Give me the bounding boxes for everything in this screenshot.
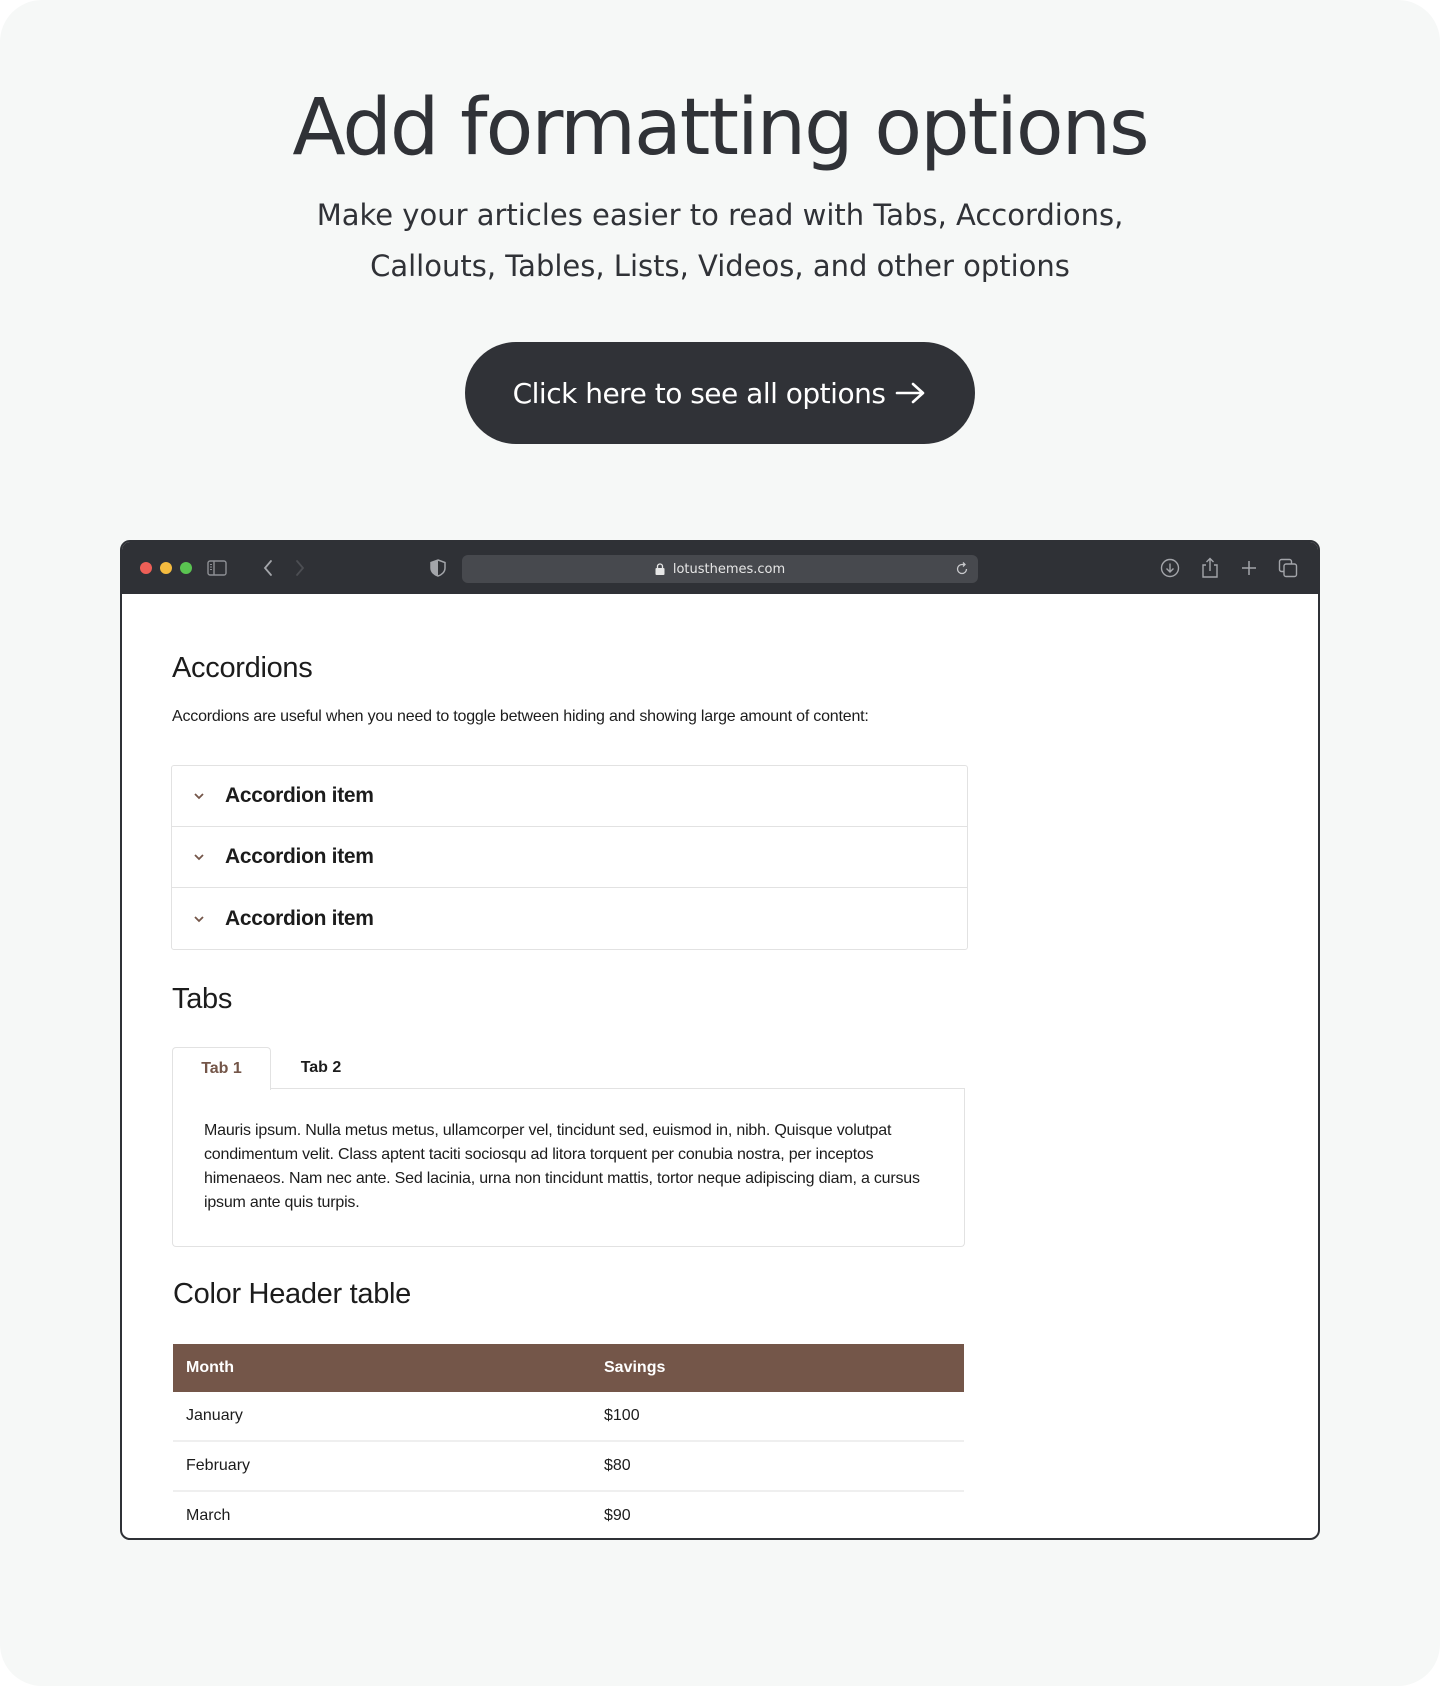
tab-1[interactable]: Tab 1 [172, 1047, 271, 1090]
chevron-down-icon [194, 793, 204, 800]
hero-title: Add formatting options [292, 83, 1149, 173]
tab-panel: Mauris ipsum. Nulla metus metus, ullamco… [172, 1089, 965, 1247]
back-icon[interactable] [256, 556, 280, 580]
url-text: lotusthemes.com [672, 561, 786, 577]
accordion-item-label: Accordion item [225, 845, 374, 868]
address-bar[interactable]: lotusthemes.com [462, 555, 978, 583]
hero-subtitle-line: Callouts, Tables, Lists, Videos, and oth… [370, 249, 1070, 283]
chevron-down-icon [194, 854, 204, 861]
accordion-item[interactable]: Accordion item [172, 888, 967, 949]
maximize-window-button[interactable] [180, 562, 192, 574]
column-header-month: Month [173, 1344, 591, 1392]
tabs-overview-icon[interactable] [1276, 556, 1300, 580]
minimize-window-button[interactable] [160, 562, 172, 574]
hero-subtitle-line: Make your articles easier to read with T… [316, 198, 1124, 232]
table-cell-savings: $100 [591, 1392, 964, 1442]
table-cell-savings: $80 [591, 1441, 964, 1492]
new-tab-icon[interactable] [1237, 556, 1261, 580]
see-all-options-button[interactable]: Click here to see all options [465, 342, 975, 444]
table-row: January $100 [173, 1392, 964, 1442]
table-cell-month: February [173, 1441, 591, 1492]
lock-icon [655, 563, 665, 575]
accordion-item[interactable]: Accordion item [172, 766, 967, 827]
shield-icon[interactable] [426, 556, 450, 580]
table-header-row: Month Savings [173, 1344, 964, 1392]
color-header-table: Month Savings January $100 February $80 … [173, 1344, 964, 1538]
forward-icon[interactable] [288, 556, 312, 580]
tabs-widget: Tab 1 Tab 2 Mauris ipsum. Nulla metus me… [172, 1047, 965, 1247]
chevron-down-icon [194, 915, 204, 922]
browser-window: lotusthemes.com Accordions Accordions ar… [120, 540, 1320, 1540]
page: Add formatting options Make your article… [0, 0, 1440, 1686]
accordion: Accordion item Accordion item Accordion … [171, 765, 968, 950]
tab-panel-text: Mauris ipsum. Nulla metus metus, ullamco… [204, 1122, 920, 1211]
share-icon[interactable] [1198, 556, 1222, 580]
accordion-item-label: Accordion item [225, 906, 374, 930]
sidebar-icon[interactable] [205, 556, 229, 580]
column-header-savings: Savings [591, 1344, 964, 1392]
table-cell-savings: $90 [591, 1491, 964, 1538]
reload-icon[interactable] [954, 561, 970, 577]
hero-subtitle: Make your articles easier to read with T… [0, 190, 1440, 292]
table-cell-month: January [173, 1392, 591, 1442]
page-content: Accordions Accordions are useful when yo… [122, 594, 1318, 1538]
tab-list: Tab 1 Tab 2 [172, 1047, 965, 1090]
table-cell-month: March [173, 1491, 591, 1538]
arrow-right-icon [896, 382, 925, 404]
accordions-heading: Accordions [172, 652, 313, 684]
tabs-heading: Tabs [172, 983, 233, 1015]
accordions-description: Accordions are useful when you need to t… [172, 708, 869, 725]
see-all-options-label: Click here to see all options [512, 376, 886, 410]
close-window-button[interactable] [140, 562, 152, 574]
table-row: February $80 [173, 1441, 964, 1492]
table-row: March $90 [173, 1491, 964, 1538]
download-icon[interactable] [1158, 556, 1182, 580]
accordion-item[interactable]: Accordion item [172, 827, 967, 888]
tab-list-divider [371, 1047, 965, 1089]
table-heading: Color Header table [173, 1278, 412, 1310]
accordion-item-label: Accordion item [225, 784, 374, 807]
browser-toolbar: lotusthemes.com [122, 542, 1318, 594]
tab-2[interactable]: Tab 2 [271, 1047, 371, 1089]
